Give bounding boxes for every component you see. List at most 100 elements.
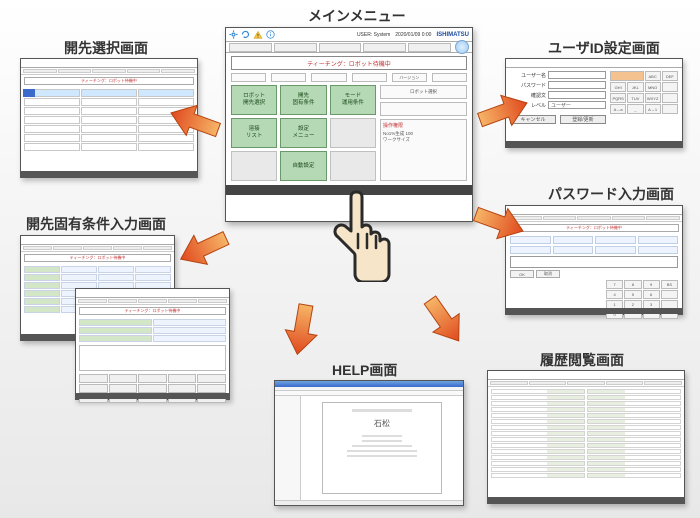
main-menu-grid: ロボット 開先選択 開先 固有条件 モード 運用条件 溶接 リスト 設定 メニュ… [231, 85, 376, 181]
confirm-field[interactable] [548, 91, 606, 99]
field-label-confirm: 確認文 [510, 92, 546, 99]
field-label-password: パスワード [510, 82, 546, 89]
side-slot-2[interactable] [380, 102, 467, 116]
cancel-button[interactable]: 取消 [536, 270, 560, 278]
datetime-label: 2020/01/09 0:00 [395, 32, 431, 38]
key-alphanum[interactable]: A↔1 [645, 104, 661, 114]
key-7[interactable]: 7 [606, 280, 623, 289]
main-menu-titlebar: USER: System 2020/01/09 0:00 ISHIMATSU [226, 28, 472, 42]
key-jkl[interactable]: JKL [627, 82, 643, 92]
key-pqrs[interactable]: PQRS [610, 93, 626, 103]
history-screen-thumb [487, 370, 685, 504]
btn-robot-select[interactable]: ロボット 開先選択 [231, 85, 277, 115]
register-button[interactable]: 登録/更新 [560, 115, 606, 124]
mini-2[interactable] [271, 73, 306, 82]
label-main-menu: メインメニュー [308, 6, 406, 26]
mini-4[interactable] [352, 73, 387, 82]
field-label-level: レベル [510, 102, 546, 109]
tab-3[interactable] [319, 43, 362, 52]
help-page-area: 石松 [301, 396, 463, 500]
cancel-button[interactable]: キャンセル [510, 115, 556, 124]
password-screen-thumb: ティーチング：ロボット待機中 OK 取消 789BS 456 123 0 [505, 205, 683, 315]
mini-button-row: バージョン [226, 73, 472, 82]
key-bksp[interactable] [610, 71, 644, 81]
field-label-username: ユーザー名 [510, 72, 546, 79]
key-abc[interactable]: ABC [645, 71, 661, 81]
btn-empty-2[interactable] [231, 151, 277, 181]
btn-settings-menu[interactable]: 設定 メニュー [280, 118, 326, 148]
side-line: ワークサイズ [383, 137, 464, 143]
key[interactable] [662, 104, 678, 114]
username-field[interactable] [548, 71, 606, 79]
key-wxyz[interactable]: WXYZ [645, 93, 661, 103]
thumb-status: ティーチング：ロボット待機中 [79, 307, 226, 315]
key-mno[interactable]: MNO [645, 82, 661, 92]
mini-version[interactable]: バージョン [392, 73, 427, 82]
thumb-selected-marker [23, 89, 35, 97]
btn-mode-op[interactable]: モード 運用条件 [330, 85, 376, 115]
thumb-status: ティーチング：ロボット待機中 [24, 254, 171, 262]
label-password-screen: パスワード入力画面 [548, 184, 674, 204]
key-bs[interactable]: BS [661, 280, 678, 289]
selection-grid [21, 87, 197, 159]
key[interactable] [661, 290, 678, 299]
arrow-to-history [417, 291, 472, 350]
help-document: 石松 [322, 402, 442, 494]
main-menu-footer [226, 185, 472, 195]
mini-3[interactable] [311, 73, 346, 82]
main-menu-window: USER: System 2020/01/09 0:00 ISHIMATSU テ… [225, 27, 473, 222]
key-4[interactable]: 4 [606, 290, 623, 299]
cond-drawing-area [79, 345, 226, 371]
side-robot-select[interactable]: ロボット選択 [380, 85, 467, 99]
password-input[interactable] [510, 256, 678, 268]
help-screen-thumb: 石松 [274, 380, 464, 506]
key-underscore[interactable]: _ [627, 104, 643, 114]
key-6[interactable]: 6 [643, 290, 660, 299]
btn-auto-set[interactable]: 自動設定 [280, 151, 326, 181]
brand-logo: ISHIMATSU [436, 32, 469, 38]
password-field[interactable] [548, 81, 606, 89]
level-field[interactable]: ユーザー [548, 101, 606, 109]
label-history-screen: 履歴閲覧画面 [540, 350, 624, 370]
arrow-to-help [282, 302, 322, 357]
mini-1[interactable] [231, 73, 266, 82]
label-help-screen: HELP画面 [332, 360, 397, 380]
ok-button[interactable]: OK [510, 270, 534, 278]
key-ghi[interactable]: GHI [610, 82, 626, 92]
key-case[interactable]: A↔a [610, 104, 626, 114]
help-sidebar [275, 396, 301, 500]
btn-empty-1[interactable] [330, 118, 376, 148]
help-doc-title: 石松 [374, 418, 390, 429]
key-9[interactable]: 9 [643, 280, 660, 289]
warning-icon[interactable] [253, 30, 263, 40]
key[interactable] [662, 93, 678, 103]
info-icon[interactable] [266, 30, 275, 39]
label-select-screen: 開先選択画面 [64, 38, 148, 58]
history-left-col [491, 389, 585, 478]
key-tuv[interactable]: TUV [627, 93, 643, 103]
tab-4[interactable] [363, 43, 406, 52]
btn-empty-3[interactable] [330, 151, 376, 181]
main-menu-side: ロボット選択 操作権限 No1%生成 100 ワークサイズ [380, 85, 467, 181]
key-5[interactable]: 5 [624, 290, 641, 299]
tab-2[interactable] [274, 43, 317, 52]
mini-6[interactable] [432, 73, 467, 82]
gear-icon[interactable] [229, 30, 238, 39]
tab-1[interactable] [229, 43, 272, 52]
arrow-to-condition [174, 223, 233, 273]
side-box-title: 操作権限 [383, 122, 464, 129]
tab-5[interactable] [408, 43, 451, 52]
main-menu-tabs [226, 42, 472, 53]
label-condition-screen: 開先固有条件入力画面 [26, 214, 166, 234]
user-id-screen-thumb: ユーザー名 パスワード 確認文 レベルユーザー キャンセル 登録/更新 ABCD… [505, 58, 683, 148]
key[interactable] [662, 82, 678, 92]
key-def[interactable]: DEF [662, 71, 678, 81]
key-8[interactable]: 8 [624, 280, 641, 289]
thumb-header [21, 59, 197, 68]
user-label: USER: System [357, 32, 390, 38]
side-permission-box: 操作権限 No1%生成 100 ワークサイズ [380, 119, 467, 181]
btn-groove-cond[interactable]: 開先 固有条件 [280, 85, 326, 115]
user-keyboard[interactable]: ABCDEF GHIJKLMNO PQRSTUVWXYZ A↔a_A↔1 [610, 71, 678, 124]
btn-weld-list[interactable]: 溶接 リスト [231, 118, 277, 148]
refresh-icon[interactable] [241, 30, 250, 39]
